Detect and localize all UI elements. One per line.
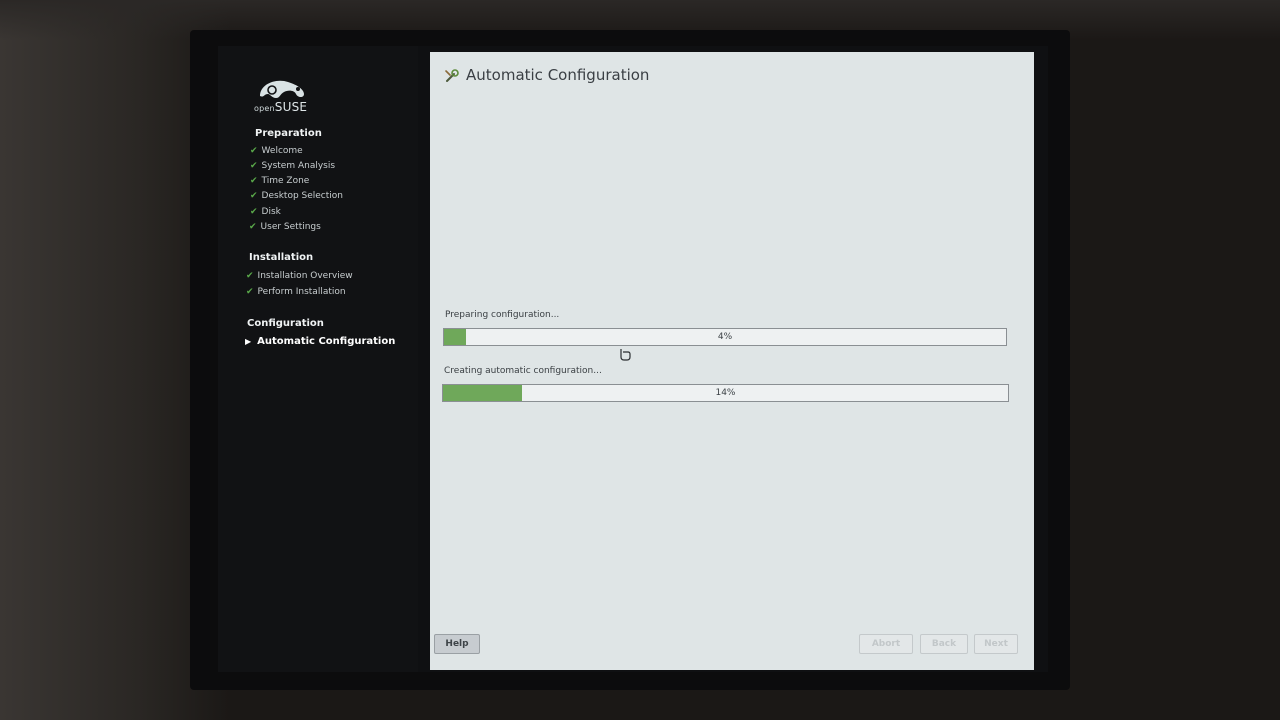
check-icon: ✔ [250, 191, 258, 201]
check-icon: ✔ [246, 271, 254, 281]
sidebar-step-label: Time Zone [261, 176, 310, 186]
progress-bar-creating: 14% [442, 384, 1009, 402]
progress-label-creating: Creating automatic configuration... [444, 366, 602, 376]
section-title-preparation: Preparation [255, 128, 322, 139]
content-panel: Automatic Configuration Preparing config… [430, 52, 1034, 670]
abort-button[interactable]: Abort [859, 634, 913, 654]
sidebar-step-label: Perform Installation [257, 287, 346, 297]
check-icon: ✔ [250, 207, 258, 217]
progress-percent: 14% [715, 388, 736, 398]
next-button[interactable]: Next [974, 634, 1018, 654]
back-button[interactable]: Back [920, 634, 968, 654]
mouse-cursor-icon [620, 349, 631, 361]
section-title-installation: Installation [249, 252, 314, 263]
logo-text-open: open [254, 104, 275, 113]
logo-text-suse: SUSE [274, 100, 308, 114]
page-title: Automatic Configuration [466, 66, 650, 84]
sidebar-step-system-analysis[interactable]: ✔ System Analysis [250, 161, 335, 171]
check-icon: ✔ [250, 161, 258, 171]
sidebar-step-welcome[interactable]: ✔ Welcome [250, 146, 303, 156]
sidebar-step-desktop-selection[interactable]: ✔ Desktop Selection [250, 191, 343, 201]
opensuse-logo: openSUSE [254, 76, 334, 116]
sidebar-step-label: Installation Overview [257, 271, 353, 281]
sidebar-step-label: Welcome [261, 146, 303, 156]
sidebar-step-automatic-configuration[interactable]: ▶ Automatic Configuration [245, 336, 395, 347]
sidebar-step-label: Disk [261, 207, 281, 217]
config-wrench-icon [445, 69, 459, 82]
sidebar-step-disk[interactable]: ✔ Disk [250, 207, 281, 217]
sidebar-step-label: Desktop Selection [261, 191, 343, 201]
sidebar-step-label: System Analysis [261, 161, 336, 171]
installer-sidebar: openSUSE Preparation ✔ Welcome ✔ System An… [218, 46, 418, 672]
sidebar-step-label: Automatic Configuration [257, 336, 396, 347]
check-icon: ✔ [250, 146, 258, 156]
help-button[interactable]: Help [434, 634, 480, 654]
sidebar-step-user-settings[interactable]: ✔ User Settings [249, 222, 321, 232]
arrow-right-icon: ▶ [245, 337, 252, 346]
sidebar-step-installation-overview[interactable]: ✔ Installation Overview [246, 271, 353, 281]
progress-bar-preparing: 4% [443, 328, 1007, 346]
check-icon: ✔ [249, 222, 257, 232]
check-icon: ✔ [246, 287, 254, 297]
section-title-configuration: Configuration [247, 318, 324, 329]
check-icon: ✔ [250, 176, 258, 186]
progress-percent: 4% [717, 332, 733, 342]
sidebar-step-time-zone[interactable]: ✔ Time Zone [250, 176, 309, 186]
progress-label-preparing: Preparing configuration... [445, 310, 560, 320]
sidebar-step-label: User Settings [260, 222, 321, 232]
sidebar-step-perform-installation[interactable]: ✔ Perform Installation [246, 287, 346, 297]
